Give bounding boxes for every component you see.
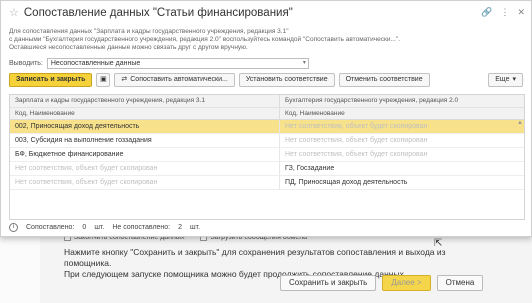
unmatched-label: Не сопоставлено: [112, 224, 171, 231]
save-disk-icon[interactable]: ▣ [96, 73, 111, 87]
next-button[interactable]: Далее > [382, 275, 431, 291]
description-line: с данными "Бухгалтерия государственного … [9, 36, 400, 43]
column-header-right[interactable]: Код, Наименование [280, 108, 524, 119]
dialog-header: ☆ Сопоставление данных "Статьи финансиро… [9, 6, 293, 20]
header-column-row: Код, Наименование Код, Наименование [10, 107, 524, 119]
row-left-cell[interactable]: 003, Субсидия на выполнение гоззадания [10, 134, 280, 147]
row-right-cell[interactable]: Нет соответствия, объект будет скопирова… [280, 134, 524, 147]
more-menu-icon[interactable]: ⋮ [500, 7, 509, 18]
group-header-left[interactable]: Зарплата и кадры государственного учрежд… [10, 95, 280, 107]
group-header-right[interactable]: Бухгалтерия государственного учреждения,… [280, 95, 524, 107]
unmatched-unit: шт. [190, 224, 201, 231]
close-icon[interactable]: ✕ [517, 7, 525, 18]
table-body: 002, Приносящая доход деятельность Нет со… [10, 120, 524, 190]
description-line: Для сопоставления данных "Зарплата и кад… [9, 28, 289, 35]
window-controls: 🔗 ⋮ ✕ [481, 7, 525, 18]
matched-label: Сопоставлено: [26, 224, 75, 231]
save-and-close-button[interactable]: Сохранить и закрыть [280, 275, 377, 291]
table-row[interactable]: Нет соответствия, объект будет скопирова… [10, 162, 524, 176]
auto-match-label: Сопоставить автоматически... [130, 76, 228, 83]
dialog-description: Для сопоставления данных "Зарплата и кад… [9, 28, 429, 52]
matched-count: 0 [82, 224, 87, 231]
row-right-cell[interactable]: Нет соответствия, объект будет скопирова… [280, 120, 524, 133]
filter-value: Несопоставленные данные [50, 60, 141, 67]
scroll-up-icon[interactable]: ▲ [517, 120, 523, 126]
auto-match-button[interactable]: ⇄ Сопоставить автоматически... [114, 73, 235, 87]
wizard-hint-line: Нажмите кнопку "Сохранить и закрыть" для… [64, 247, 446, 268]
info-icon: i [9, 223, 18, 232]
header-group-row: Зарплата и кадры государственного учрежд… [10, 95, 524, 107]
link-icon[interactable]: 🔗 [481, 7, 492, 18]
row-left-cell[interactable]: БФ, Бюджетное финансирование [10, 148, 280, 161]
save-close-button[interactable]: Записать и закрыть [9, 73, 93, 87]
row-right-cell[interactable]: ПД, Приносящая доход деятельность [280, 176, 524, 189]
column-header-left[interactable]: Код, Наименование [10, 108, 280, 119]
status-bar: i Сопоставлено: 0 шт. Не сопоставлено: 2… [9, 223, 200, 232]
wizard-buttons: Сохранить и закрыть Далее > Отмена [280, 275, 484, 291]
matching-dialog: ☆ Сопоставление данных "Статьи финансиро… [0, 0, 532, 237]
table-header: Зарплата и кадры государственного учрежд… [10, 95, 524, 120]
row-right-cell[interactable]: ГЗ, Госзадание [280, 162, 524, 175]
filter-label: Выводить: [9, 60, 43, 67]
toolbar: Записать и закрыть ▣ ⇄ Сопоставить автом… [9, 72, 523, 88]
table-row[interactable]: Нет соответствия, объект будет скопирова… [10, 176, 524, 190]
table-row[interactable]: БФ, Бюджетное финансирование Нет соответс… [10, 148, 524, 162]
mouse-cursor-icon: ⇱ [434, 238, 443, 249]
auto-match-icon: ⇄ [121, 76, 128, 83]
table-row[interactable]: 002, Приносящая доход деятельность Нет со… [10, 120, 524, 134]
favorite-star-icon[interactable]: ☆ [9, 6, 19, 19]
row-left-cell[interactable]: Нет соответствия, объект будет скопирова… [10, 162, 280, 175]
description-line: Оставшиеся несопоставленные данные можно… [9, 44, 248, 51]
matching-table: Зарплата и кадры государственного учрежд… [9, 94, 525, 220]
row-left-cell[interactable]: 002, Приносящая доход деятельность [10, 120, 280, 133]
matched-unit: шт. [94, 224, 105, 231]
filter-row: Выводить: Несопоставленные данные ▾ [9, 58, 309, 69]
set-match-button[interactable]: Установить соответствие [238, 73, 335, 87]
cancel-match-button[interactable]: Отменить соответствие [338, 73, 430, 87]
table-row[interactable]: 003, Субсидия на выполнение гоззадания Не… [10, 134, 524, 148]
filter-select[interactable]: Несопоставленные данные ▾ [46, 58, 309, 69]
more-label: Еще [495, 76, 510, 83]
row-right-cell[interactable]: Нет соответствия, объект будет скопирова… [280, 148, 524, 161]
more-button[interactable]: Еще ▾ [488, 73, 523, 87]
dialog-title: Сопоставление данных "Статьи финансирова… [23, 6, 293, 19]
chevron-down-icon[interactable]: ▾ [303, 59, 306, 68]
cancel-button[interactable]: Отмена [436, 275, 484, 291]
unmatched-count: 2 [178, 224, 183, 231]
row-left-cell[interactable]: Нет соответствия, объект будет скопирова… [10, 176, 280, 189]
chevron-down-icon: ▾ [512, 76, 516, 83]
